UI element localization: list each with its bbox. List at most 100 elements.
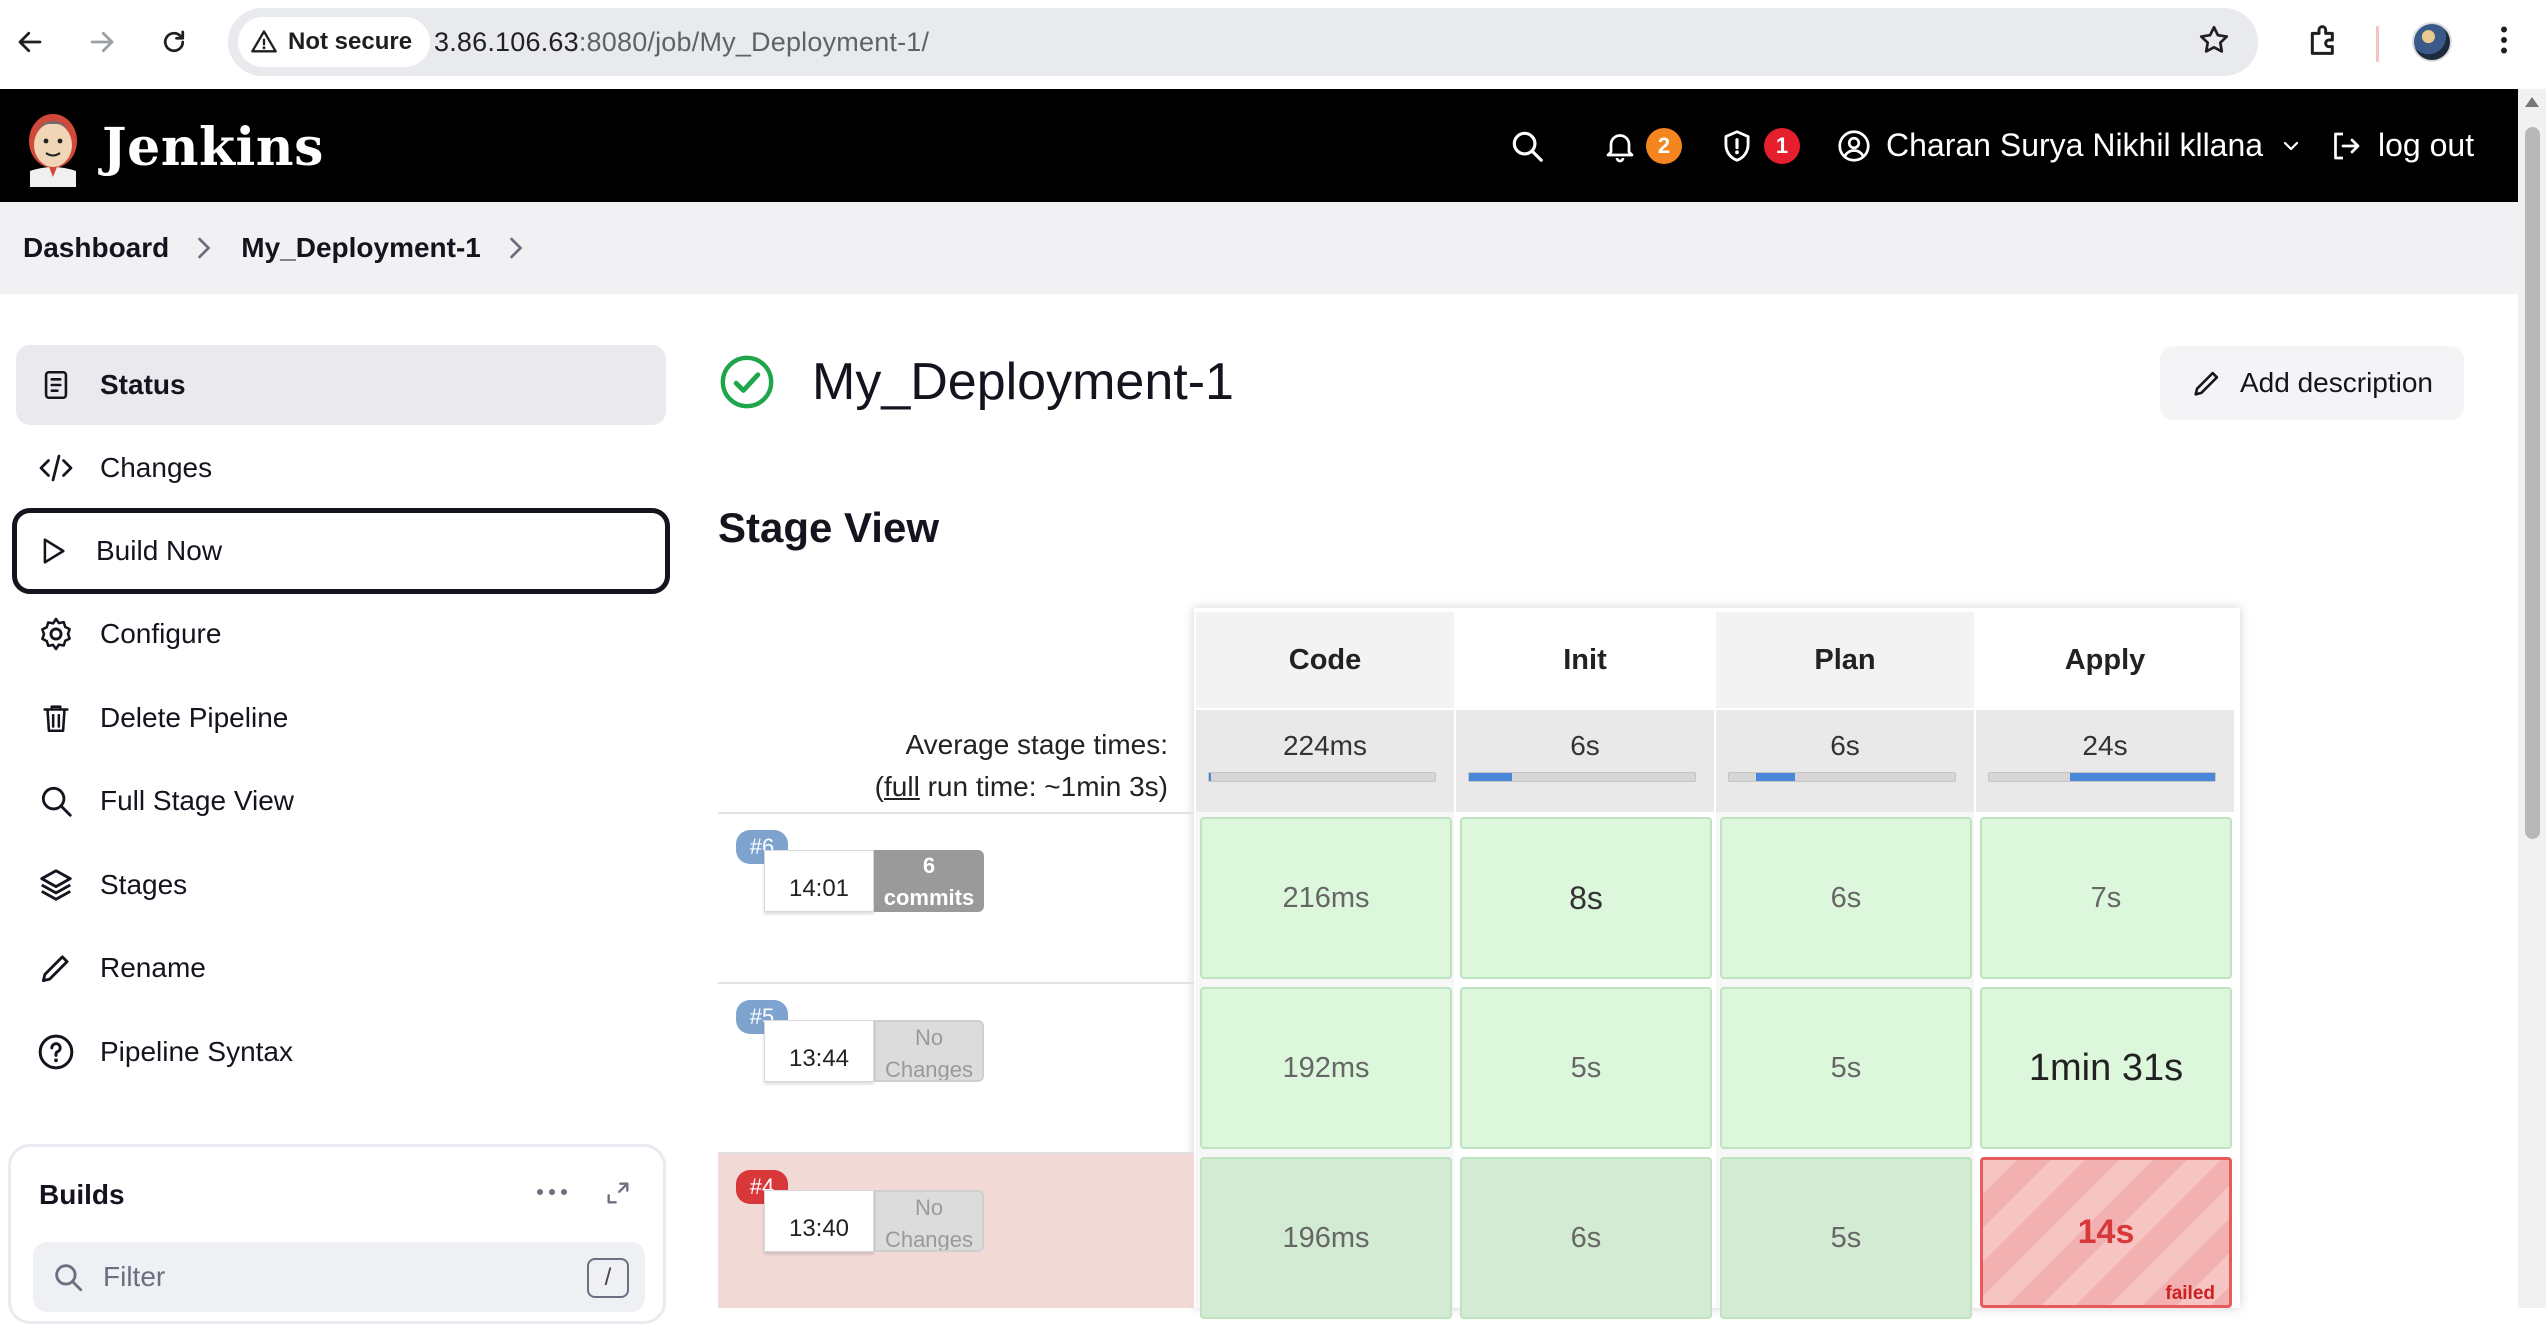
profile-avatar[interactable]: [2412, 22, 2452, 62]
builds-expand-button[interactable]: [604, 1179, 632, 1212]
sidebar-item-changes[interactable]: Changes: [16, 428, 666, 508]
stage-cell[interactable]: 6s: [1720, 817, 1972, 979]
notifications-badge: 2: [1646, 127, 1682, 164]
changes-text: No: [914, 1025, 944, 1050]
search-icon: [1512, 131, 1543, 162]
jenkins-brand: Jenkins: [102, 116, 324, 178]
breadcrumb-job[interactable]: My_Deployment-1: [241, 232, 481, 264]
arrow-left-icon: [18, 31, 42, 53]
average-label: Average stage times:: [905, 729, 1168, 760]
builds-filter-input[interactable]: [103, 1242, 563, 1312]
trash-icon: [36, 698, 76, 738]
sidebar-item-label: Configure: [100, 618, 222, 649]
user-name: Charan Surya Nikhil kllana: [1886, 127, 2264, 163]
pencil-icon: [36, 948, 76, 988]
pencil-icon: [2190, 366, 2224, 400]
builds-filter: /: [33, 1242, 645, 1312]
changes-text: commits: [883, 885, 975, 910]
sidebar-item-configure[interactable]: Configure: [16, 594, 666, 674]
average-time: 24s: [2082, 730, 2128, 761]
reload-button[interactable]: [152, 20, 196, 64]
average-bar: [1468, 772, 1696, 782]
sidebar-item-status[interactable]: Status: [16, 345, 666, 425]
stage-header-code: Code: [1196, 612, 1454, 708]
add-description-button[interactable]: Add description: [2160, 346, 2464, 420]
build-row-failed: #4 13:40 No Changes: [718, 1152, 1194, 1308]
sidebar-item-label: Stages: [100, 869, 188, 900]
document-icon: [36, 365, 76, 405]
sidebar-item-stages[interactable]: Stages: [16, 845, 666, 925]
sidebar-item-full-stage-view[interactable]: Full Stage View: [16, 761, 666, 841]
sidebar-item-rename[interactable]: Rename: [16, 928, 666, 1008]
stage-cell[interactable]: 1min 31s: [1980, 987, 2232, 1149]
security-badge: 1: [1764, 127, 1800, 164]
chevron-right-icon[interactable]: [507, 236, 525, 260]
warning-icon: [251, 30, 277, 53]
expand-icon: [607, 1182, 629, 1204]
stage-cell[interactable]: 5s: [1720, 1157, 1972, 1319]
breadcrumb: Dashboard My_Deployment-1: [0, 202, 2518, 294]
breadcrumb-dashboard[interactable]: Dashboard: [23, 232, 169, 264]
stage-cell[interactable]: 7s: [1980, 817, 2232, 979]
forward-button[interactable]: [80, 20, 124, 64]
stage-header-init: Init: [1456, 612, 1714, 708]
jenkins-logo-icon: [29, 114, 77, 187]
build-time: 13:40: [764, 1190, 874, 1252]
page-scrollbar[interactable]: [2518, 89, 2546, 1308]
extensions-button[interactable]: [2304, 20, 2344, 65]
notifications-button[interactable]: 2: [1602, 89, 1682, 202]
play-icon: [32, 531, 72, 571]
puzzle-icon: [2310, 25, 2334, 55]
url-path: :8080/job/My_Deployment-1/: [578, 27, 930, 57]
user-menu[interactable]: Charan Surya Nikhil kllana: [1836, 89, 2303, 202]
browser-menu-button[interactable]: [2486, 20, 2522, 65]
average-bar-fill: [2070, 773, 2215, 781]
bookmark-button[interactable]: [2196, 22, 2232, 63]
stage-cell[interactable]: 5s: [1460, 987, 1712, 1149]
stage-cell[interactable]: 216ms: [1200, 817, 1452, 979]
changes-link[interactable]: 6 commits: [874, 850, 984, 912]
back-button[interactable]: [8, 20, 52, 64]
jenkins-home-link[interactable]: Jenkins: [22, 107, 324, 187]
security-chip[interactable]: Not secure: [238, 17, 431, 67]
address-bar[interactable]: Not secure 3.86.106.63:8080/job/My_Deplo…: [228, 8, 2258, 76]
arrow-right-icon: [90, 31, 114, 53]
sidebar-item-pipeline-syntax[interactable]: Pipeline Syntax: [16, 1012, 666, 1092]
stage-cell[interactable]: 196ms: [1200, 1157, 1452, 1319]
gear-icon: [36, 614, 76, 654]
stage-cell[interactable]: 8s: [1460, 817, 1712, 979]
failed-label: failed: [2165, 1283, 2215, 1304]
average-bar-fill: [1756, 773, 1795, 781]
builds-more-button[interactable]: [534, 1185, 570, 1204]
success-check-icon: [720, 355, 774, 409]
bell-icon: [1606, 133, 1634, 162]
chevron-right-icon: [195, 236, 213, 260]
sidebar-item-build-now[interactable]: Build Now: [12, 508, 670, 594]
page-heading: My_Deployment-1: [718, 352, 1234, 412]
logout-icon: [2334, 132, 2360, 159]
full-run-link[interactable]: full: [884, 771, 920, 802]
build-time: 13:44: [764, 1020, 874, 1082]
sidebar-item-label: Status: [100, 369, 186, 400]
url-text[interactable]: 3.86.106.63:8080/job/My_Deployment-1/: [434, 8, 929, 76]
stage-cell[interactable]: 6s: [1460, 1157, 1712, 1319]
average-time: 6s: [1570, 730, 1600, 761]
stage-cell[interactable]: 5s: [1720, 987, 1972, 1149]
logout-button[interactable]: log out: [2328, 89, 2474, 202]
star-icon: [2199, 25, 2229, 53]
search-button[interactable]: [1508, 89, 1546, 202]
sidebar-item-delete-pipeline[interactable]: Delete Pipeline: [16, 678, 666, 758]
average-bar: [1988, 772, 2216, 782]
full-run-time: (full run time: ~1min 3s): [740, 766, 1168, 808]
average-bar-fill: [1469, 773, 1512, 781]
average-bar: [1728, 772, 1956, 782]
average-cell: 224ms: [1196, 710, 1454, 812]
sidebar-item-label: Build Now: [96, 535, 223, 566]
scroll-up-arrow[interactable]: [2525, 97, 2539, 107]
stage-cell-failed[interactable]: 14s failed: [1980, 1157, 2232, 1308]
average-cell: 24s: [1976, 710, 2234, 812]
stage-cell[interactable]: 192ms: [1200, 987, 1452, 1149]
scrollbar-thumb[interactable]: [2525, 127, 2540, 839]
average-bar-fill: [1209, 773, 1212, 781]
security-button[interactable]: 1: [1718, 89, 1800, 202]
